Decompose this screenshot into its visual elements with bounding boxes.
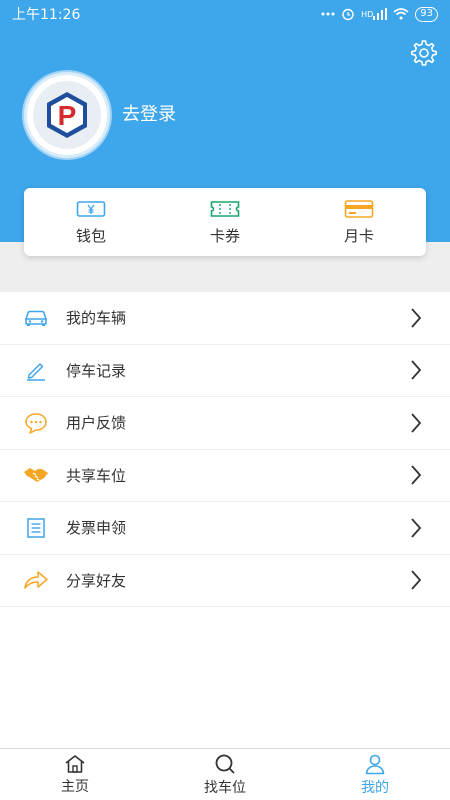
tab-label: 找车位 — [204, 779, 246, 796]
coupon-icon — [210, 200, 240, 217]
wallet-item-coupons[interactable]: 卡券 — [158, 188, 292, 256]
receipt-icon — [22, 514, 50, 542]
home-icon — [65, 754, 85, 773]
pencil-icon — [22, 356, 50, 384]
chevron-right-icon — [408, 358, 424, 382]
settings-button[interactable] — [408, 38, 438, 68]
car-icon — [22, 304, 50, 332]
chevron-right-icon — [408, 306, 424, 330]
wallet-yen-icon — [76, 200, 106, 217]
menu-label: 分享好友 — [66, 571, 127, 590]
chevron-right-icon — [408, 463, 424, 487]
menu-item-parking-records[interactable]: 停车记录 — [0, 345, 450, 397]
menu-label: 用户反馈 — [66, 414, 127, 433]
wifi-icon — [393, 8, 409, 20]
menu-item-invoice[interactable]: 发票申领 — [0, 502, 450, 555]
more-dots-icon — [321, 12, 335, 16]
tab-find-parking[interactable]: 找车位 — [150, 749, 300, 800]
menu-item-share-friends[interactable]: 分享好友 — [0, 555, 450, 607]
parking-logo-icon: P — [33, 81, 101, 149]
handshake-icon — [22, 461, 50, 489]
search-icon — [215, 754, 235, 774]
coupons-label: 卡券 — [209, 226, 240, 245]
chevron-right-icon — [408, 411, 424, 435]
menu-item-feedback[interactable]: 用户反馈 — [0, 397, 450, 450]
login-link[interactable]: 去登录 — [122, 100, 176, 126]
logo-letter: P — [58, 100, 77, 131]
tab-home[interactable]: 主页 — [0, 749, 150, 800]
wallet-card: 钱包 卡券 月卡 — [24, 188, 426, 256]
tab-label: 主页 — [61, 778, 89, 795]
bottom-nav: 主页 找车位 我的 — [0, 748, 450, 800]
menu-item-shared-parking[interactable]: 共享车位 — [0, 450, 450, 502]
wallet-label: 钱包 — [75, 226, 106, 245]
chevron-right-icon — [408, 568, 424, 592]
tab-label: 我的 — [361, 779, 389, 796]
wallet-item-monthly-card[interactable]: 月卡 — [292, 188, 426, 256]
chat-bubble-icon — [22, 409, 50, 437]
signal-icon: HD — [361, 8, 388, 20]
menu-label: 发票申领 — [66, 519, 127, 538]
wallet-item-wallet[interactable]: 钱包 — [24, 188, 158, 256]
user-icon — [365, 754, 385, 774]
menu-label: 我的车辆 — [66, 309, 127, 328]
alarm-icon — [341, 7, 355, 21]
menu-label: 停车记录 — [66, 361, 127, 380]
status-bar: 上午11:26 HD 93 — [0, 0, 450, 28]
monthly-card-label: 月卡 — [343, 226, 374, 245]
status-icons: HD 93 — [321, 6, 438, 22]
tab-mine[interactable]: 我的 — [300, 749, 450, 800]
battery-indicator: 93 — [415, 6, 438, 22]
avatar[interactable]: P — [24, 72, 110, 158]
menu-list: 我的车辆 停车记录 用户反馈 共享车位 发票申领 分享好友 — [0, 292, 450, 607]
menu-item-my-vehicles[interactable]: 我的车辆 — [0, 292, 450, 345]
status-time: 上午11:26 — [12, 7, 81, 23]
gear-icon — [411, 40, 437, 66]
share-arrow-icon — [22, 566, 50, 594]
card-icon — [344, 199, 374, 218]
menu-label: 共享车位 — [66, 466, 127, 485]
chevron-right-icon — [408, 516, 424, 540]
